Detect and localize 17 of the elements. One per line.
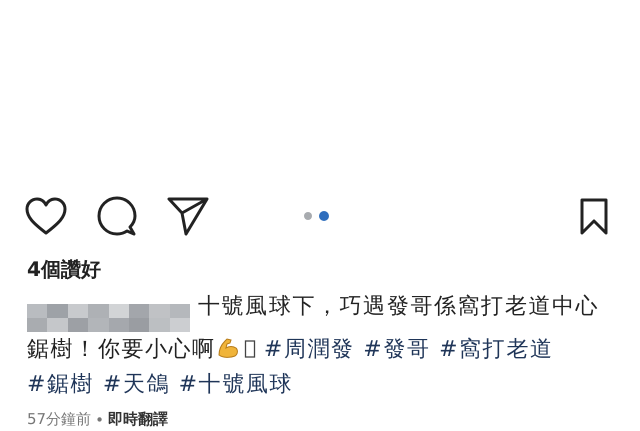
hashtag-link[interactable]: #周潤發	[264, 337, 355, 362]
caption-text: 十號風球下，巧遇發哥係窩打老道中心鋸樹！你要小心啊 #周潤發 #發哥 #窩打老道 #鋸樹 #天鴿 #十號風球	[27, 293, 600, 399]
like-heart-icon[interactable]	[25, 197, 67, 235]
bookmark-icon[interactable]	[580, 198, 608, 234]
hashtag-link[interactable]: #天鴿	[102, 372, 170, 397]
hashtag-link[interactable]: #鋸樹	[27, 372, 94, 397]
comment-icon[interactable]	[97, 196, 137, 236]
send-icon[interactable]	[167, 196, 209, 236]
hashtag-link[interactable]: #發哥	[363, 337, 430, 362]
likes-count[interactable]: 4個讚好	[27, 256, 101, 283]
hashtag-link[interactable]: #十號風球	[178, 372, 294, 397]
post-time: 57分鐘前	[27, 410, 92, 429]
flexed-arm-icon	[216, 336, 240, 360]
missing-glyph-icon	[244, 338, 256, 360]
separator-dot: •	[95, 410, 104, 428]
hashtag-link[interactable]: #窩打老道	[439, 337, 554, 362]
translate-link[interactable]: 即時翻譯	[108, 410, 168, 429]
